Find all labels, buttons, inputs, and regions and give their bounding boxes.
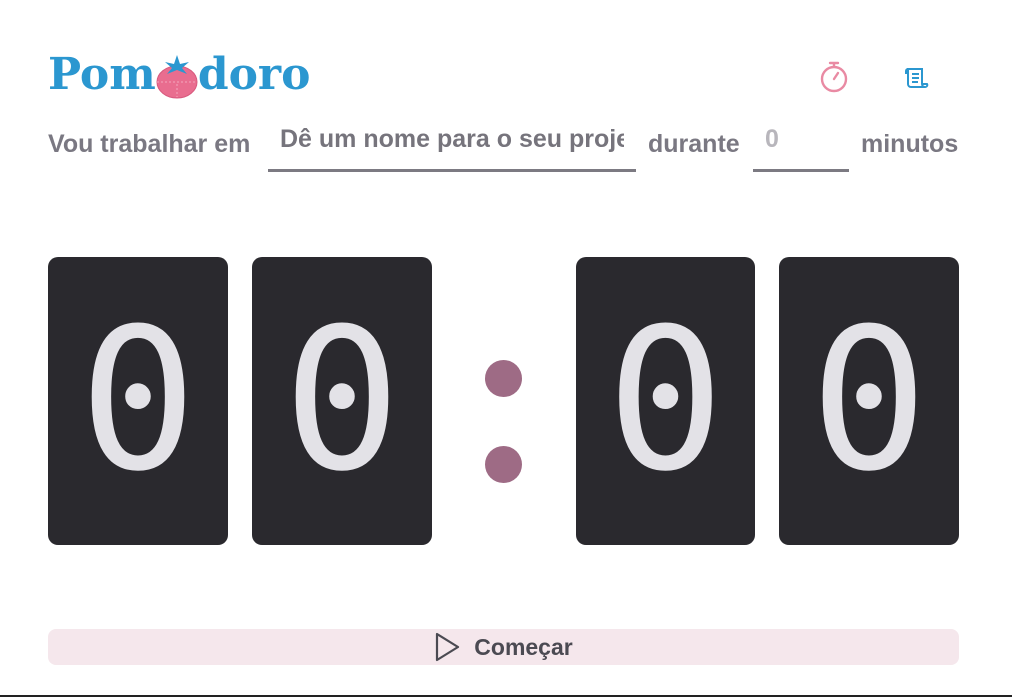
app-logo: Pom doro [48, 48, 310, 100]
start-button-label: Começar [474, 633, 573, 660]
duration-label: durante [648, 130, 740, 158]
logo-text-end: doro [197, 48, 311, 100]
seconds-ones-digit: 0 [809, 287, 928, 515]
start-button[interactable]: Começar [48, 629, 959, 665]
seconds-tens-digit: 0 [606, 287, 725, 515]
minutes-label: minutos [861, 130, 959, 158]
minutes-ones-card: 0 [252, 257, 432, 545]
pomodoro-app: Pom doro Vou trabalhar em Dê um nome par… [48, 0, 959, 697]
minutes-tens-card: 0 [48, 257, 228, 545]
header-toolbar [815, 58, 935, 96]
colon-top-dot [485, 360, 522, 397]
minutes-ones-digit: 0 [282, 287, 401, 515]
minutes-input[interactable] [753, 118, 849, 172]
prefix-label: Vou trabalhar em [48, 130, 251, 158]
project-name-input[interactable] [268, 118, 636, 172]
seconds-ones-card: 0 [779, 257, 959, 545]
logo-text-start: Pom [48, 48, 156, 100]
stopwatch-icon [820, 61, 848, 93]
task-form: Vou trabalhar em durante minutos [48, 118, 959, 174]
play-icon [436, 632, 460, 662]
seconds-tens-card: 0 [576, 257, 755, 545]
stopwatch-button[interactable] [815, 58, 853, 96]
tomato-icon [155, 53, 199, 99]
history-button[interactable] [897, 58, 935, 96]
colon-bottom-dot [485, 446, 522, 483]
minutes-tens-digit: 0 [78, 287, 197, 515]
scroll-icon [905, 68, 929, 88]
